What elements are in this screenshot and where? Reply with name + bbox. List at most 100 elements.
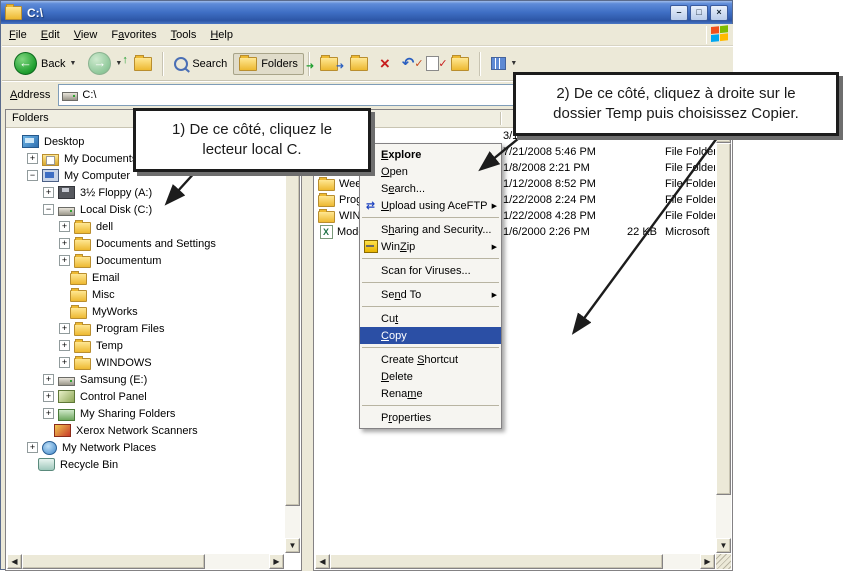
tree-item-email[interactable]: Email — [7, 269, 284, 286]
tree-item-label: 3½ Floppy (A:) — [80, 187, 152, 199]
tree-item-label: Desktop — [44, 136, 84, 148]
sharing-folders-icon — [58, 409, 75, 421]
expand-icon[interactable]: + — [59, 340, 70, 351]
tree-item-dell[interactable]: +dell — [7, 218, 284, 235]
submenu-arrow-icon: ▶ — [492, 202, 497, 210]
menu-favorites[interactable]: Favorites — [104, 25, 163, 45]
file-date: 1/12/2008 8:52 PM — [503, 178, 611, 190]
expand-icon[interactable]: + — [27, 442, 38, 453]
scroll-down-icon[interactable]: ▼ — [285, 538, 300, 553]
menu-edit[interactable]: Edit — [34, 25, 67, 45]
up-button[interactable]: ↑ — [128, 53, 158, 75]
back-button[interactable]: ← Back ▼ — [8, 48, 82, 79]
tree-item-program-files[interactable]: + Program Files — [7, 320, 284, 337]
tree-scrollbar-thumb[interactable] — [285, 143, 300, 506]
expand-icon[interactable]: + — [59, 221, 70, 232]
list-scrollbar-thumb[interactable] — [716, 143, 731, 495]
minimize-button[interactable]: – — [670, 5, 688, 21]
expand-icon[interactable]: + — [59, 238, 70, 249]
tree-item-control-panel[interactable]: +Control Panel — [7, 388, 284, 405]
tree-item-local-disk-c[interactable]: −Local Disk (C:) — [7, 201, 284, 218]
tree-item-samsung-e[interactable]: +Samsung (E:) — [7, 371, 284, 388]
scroll-left-icon[interactable]: ◀ — [7, 554, 22, 569]
tree-item-xerox-network-scanners[interactable]: Xerox Network Scanners — [7, 422, 284, 439]
context-item-cut[interactable]: Cut — [360, 310, 501, 327]
collapse-icon[interactable]: − — [43, 204, 54, 215]
menu-help[interactable]: Help — [203, 25, 240, 45]
context-item-create-shortcut[interactable]: Create Shortcut — [360, 351, 501, 368]
context-item-properties[interactable]: Properties — [360, 409, 501, 426]
copy-to-button[interactable]: ➜ — [344, 53, 374, 75]
tree-item-documents-and-settings[interactable]: +Documents and Settings — [7, 235, 284, 252]
search-button[interactable]: Search — [168, 53, 233, 75]
pane-divider[interactable] — [302, 109, 313, 571]
context-item-copy[interactable]: Copy — [360, 327, 501, 344]
list-horizontal-scrollbar[interactable]: ◀ ▶ — [315, 554, 715, 569]
context-item-send-to[interactable]: Send To▶ — [360, 286, 501, 303]
expand-icon[interactable]: + — [43, 374, 54, 385]
submenu-arrow-icon: ▶ — [492, 243, 497, 251]
tree-item-temp[interactable]: + Temp — [7, 337, 284, 354]
menu-file[interactable]: File — [2, 25, 34, 45]
title-bar[interactable]: C:\ – □ × — [1, 1, 732, 24]
menu-separator — [362, 347, 499, 348]
expand-icon[interactable]: + — [59, 255, 70, 266]
tree-hscrollbar-thumb[interactable] — [22, 554, 205, 569]
expand-icon[interactable]: + — [59, 357, 70, 368]
expand-icon[interactable]: + — [43, 391, 54, 402]
tree-item-documentum[interactable]: +Documentum — [7, 252, 284, 269]
search-icon — [174, 57, 188, 71]
tree-horizontal-scrollbar[interactable]: ◀ ▶ — [7, 554, 284, 569]
column-divider[interactable] — [500, 112, 502, 125]
menu-tools[interactable]: Tools — [164, 25, 204, 45]
views-dropdown-icon[interactable]: ▼ — [510, 60, 517, 67]
resize-grip[interactable] — [716, 554, 731, 569]
context-item-search[interactable]: Search... — [360, 180, 501, 197]
scroll-right-icon[interactable]: ▶ — [269, 554, 284, 569]
close-button[interactable]: × — [710, 5, 728, 21]
forward-dropdown-icon[interactable]: ▼ — [115, 60, 122, 67]
delete-button[interactable]: × — [374, 53, 396, 75]
back-arrow-icon: ← — [14, 52, 37, 75]
context-item-rename[interactable]: Rename — [360, 385, 501, 402]
verify-folder-button[interactable]: ✓ — [445, 53, 475, 75]
tree-item-myworks[interactable]: MyWorks — [7, 303, 284, 320]
tree-vertical-scrollbar[interactable]: ▲ ▼ — [285, 128, 300, 553]
tree-item-label: Program Files — [96, 323, 164, 335]
context-item-explore[interactable]: Explore — [360, 146, 501, 163]
context-item-sharing-and-security[interactable]: Sharing and Security... — [360, 221, 501, 238]
expand-icon[interactable]: + — [43, 408, 54, 419]
tree-item-label: Misc — [92, 289, 115, 301]
maximize-button[interactable]: □ — [690, 5, 708, 21]
collapse-icon[interactable]: − — [27, 170, 38, 181]
context-item-upload-using-aceftp[interactable]: ⇄Upload using AceFTP▶ — [360, 197, 501, 214]
tree-item-my-network-places[interactable]: +My Network Places — [7, 439, 284, 456]
tree-item-3-floppy-a[interactable]: +3½ Floppy (A:) — [7, 184, 284, 201]
context-item-delete[interactable]: Delete — [360, 368, 501, 385]
back-dropdown-icon[interactable]: ▼ — [69, 60, 76, 67]
context-item-winzip[interactable]: WinZip▶ — [360, 238, 501, 255]
toolbar-separator — [479, 52, 481, 76]
expand-icon[interactable]: + — [43, 187, 54, 198]
check-icon: ✓ — [414, 57, 423, 70]
tree-item-recycle-bin[interactable]: Recycle Bin — [7, 456, 284, 473]
menu-view[interactable]: View — [67, 25, 105, 45]
file-date: 1/22/2008 4:28 PM — [503, 210, 611, 222]
expand-icon[interactable]: + — [27, 153, 38, 164]
scroll-down-icon[interactable]: ▼ — [716, 538, 731, 553]
folder-icon — [74, 256, 91, 268]
scroll-left-icon[interactable]: ◀ — [315, 554, 330, 569]
scroll-right-icon[interactable]: ▶ — [700, 554, 715, 569]
tree-item-misc[interactable]: Misc — [7, 286, 284, 303]
folders-button[interactable]: Folders — [233, 53, 304, 75]
context-item-scan-for-viruses[interactable]: Scan for Viruses... — [360, 262, 501, 279]
tree-item-label: MyWorks — [92, 306, 138, 318]
expand-icon[interactable]: + — [59, 323, 70, 334]
views-button[interactable]: ▼ — [485, 53, 523, 74]
tree-item-windows[interactable]: +WINDOWS — [7, 354, 284, 371]
context-item-open[interactable]: Open — [360, 163, 501, 180]
list-vertical-scrollbar[interactable]: ▲ ▼ — [716, 128, 731, 553]
tree-item-label: Temp — [96, 340, 123, 352]
list-hscrollbar-thumb[interactable] — [330, 554, 663, 569]
tree-item-my-sharing-folders[interactable]: +My Sharing Folders — [7, 405, 284, 422]
